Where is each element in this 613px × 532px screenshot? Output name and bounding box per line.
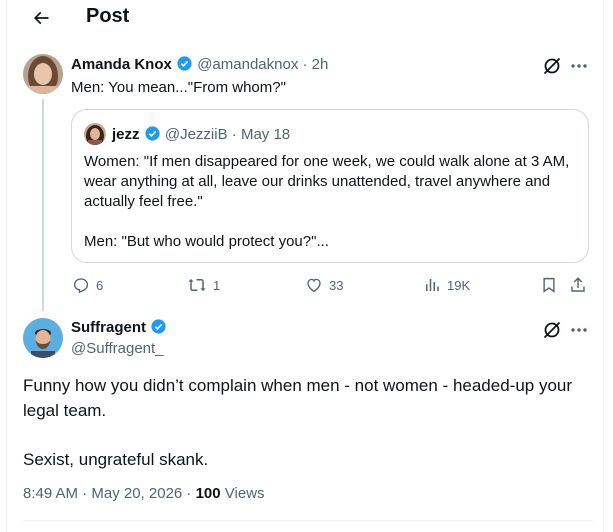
tweet-paragraph: Funny how you didn’t complain when men -… — [23, 376, 573, 420]
timeline-border-left — [6, 0, 7, 532]
quoted-tweet-date: · May 18 — [231, 126, 291, 143]
bookmark-button[interactable] — [540, 275, 558, 295]
verified-badge-icon — [145, 126, 160, 141]
parent-tweet-text: Men: You mean..."From whom?" — [71, 79, 286, 96]
main-tweet-text: Funny how you didn’t complain when men -… — [23, 373, 593, 496]
share-button[interactable] — [569, 275, 587, 295]
tweet-metadata: 8:49 AM · May 20, 2026 · 100 Views — [23, 485, 265, 502]
avatar-suffragent[interactable] — [23, 318, 63, 358]
parent-tweet-header: Amanda Knox @amandaknox · 2h — [71, 55, 328, 73]
author-handle[interactable]: @amandaknox — [197, 56, 298, 73]
share-icon — [571, 277, 585, 292]
tweet-timestamp[interactable]: 8:49 AM · May 20, 2026 · — [23, 485, 196, 502]
reply-count: 6 — [96, 277, 104, 293]
heart-icon — [307, 278, 321, 293]
back-button[interactable] — [27, 6, 55, 30]
like-button[interactable]: 33 — [305, 275, 343, 295]
author-name[interactable]: Suffragent — [71, 319, 146, 336]
grok-button[interactable] — [542, 320, 562, 340]
main-tweet-header: Suffragent — [71, 318, 167, 336]
page-title: Post — [86, 5, 130, 27]
thread-connector — [42, 99, 44, 311]
tweet-paragraph: Sexist, ungrateful skank. — [23, 450, 209, 469]
reply-button[interactable]: 6 — [72, 275, 103, 295]
views-button[interactable]: 19K — [423, 275, 470, 295]
reply-icon — [73, 278, 89, 294]
quoted-tweet[interactable]: jezz @JezziiB · May 18 Women: "If men di… — [71, 109, 589, 263]
avatar-jezz — [84, 123, 106, 145]
quoted-paragraph: Women: "If men disappeared for one week,… — [84, 153, 570, 210]
grok-icon — [543, 57, 561, 75]
views-count: 19K — [447, 277, 471, 293]
arrow-left-icon — [33, 11, 49, 25]
more-icon — [571, 328, 587, 332]
view-count: 100 — [195, 485, 221, 502]
author-name[interactable]: Amanda Knox — [71, 56, 172, 73]
quoted-author-handle: @JezziiB — [164, 126, 228, 143]
avatar-amanda-knox[interactable] — [23, 54, 63, 94]
repost-icon — [188, 279, 206, 291]
views-label: Views — [220, 485, 265, 502]
quoted-paragraph: Men: "But who would protect you?"... — [84, 233, 329, 250]
quoted-tweet-header: jezz @JezziiB · May 18 — [112, 125, 290, 143]
views-icon — [426, 279, 439, 291]
more-icon — [571, 64, 587, 68]
like-count: 33 — [329, 277, 344, 293]
verified-badge-icon — [151, 319, 166, 334]
author-handle[interactable]: @Suffragent_ — [71, 340, 164, 357]
tweet-time[interactable]: · 2h — [303, 56, 329, 73]
bookmark-icon — [543, 277, 555, 293]
repost-count: 1 — [213, 277, 221, 293]
more-button[interactable] — [569, 320, 589, 340]
divider — [23, 520, 593, 521]
grok-icon — [543, 321, 561, 339]
timeline-border-right — [603, 0, 604, 532]
post-header: Post — [7, 0, 603, 38]
grok-button[interactable] — [542, 56, 562, 76]
quoted-author-name: jezz — [112, 126, 140, 143]
more-button[interactable] — [569, 56, 589, 76]
quoted-tweet-text: Women: "If men disappeared for one week,… — [84, 152, 584, 252]
repost-button[interactable]: 1 — [187, 275, 220, 295]
verified-badge-icon — [177, 56, 192, 71]
